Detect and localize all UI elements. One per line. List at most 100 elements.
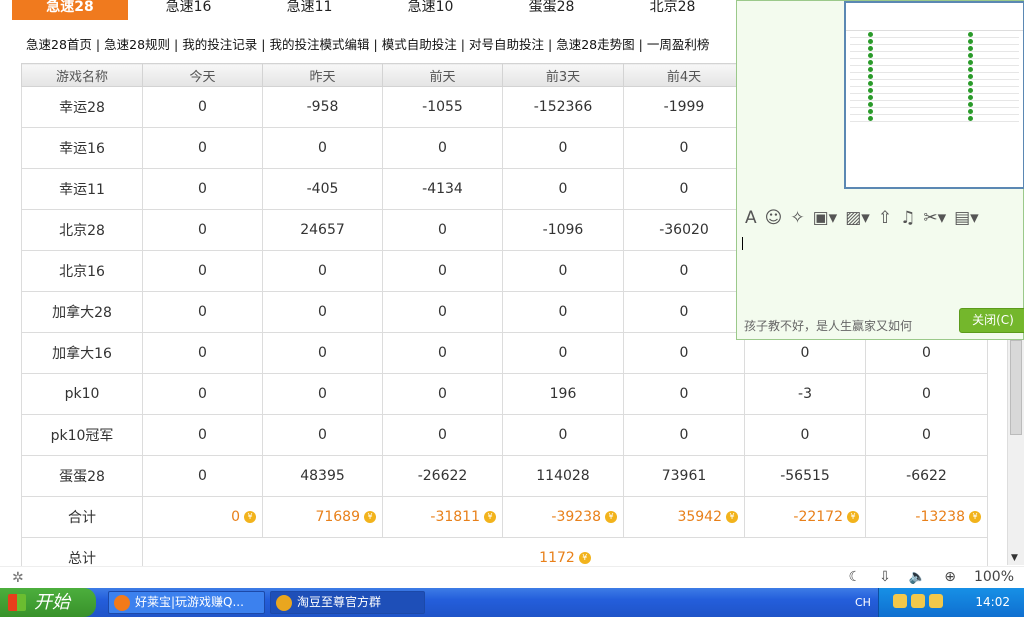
value-cell: 0: [262, 373, 383, 415]
subnav-link-rules[interactable]: 急速28规则: [104, 37, 170, 52]
game-name-cell: pk10: [21, 373, 143, 415]
thumbnail-row: [850, 38, 1019, 45]
thumbnail-row: [850, 101, 1019, 108]
value-cell: -3: [744, 373, 866, 415]
tab-jisu10[interactable]: 急速10: [370, 0, 491, 20]
subnav-link-home[interactable]: 急速28首页: [26, 37, 92, 52]
video-icon[interactable]: ▣▾: [813, 207, 838, 229]
emoji-icon[interactable]: ☺: [765, 207, 783, 229]
sub-navigation: 急速28首页 | 急速28规则 | 我的投注记录 | 我的投注模式编辑 | 模式自助投注 | 对号自…: [26, 34, 709, 53]
thumbnail-header: [846, 3, 1023, 31]
page-scrollbar[interactable]: ▼: [1007, 340, 1024, 565]
start-button[interactable]: 开始: [0, 588, 96, 617]
close-button[interactable]: 关闭(C): [959, 308, 1024, 333]
table-row: pk10 0 0 0 196 0 -3 0: [21, 373, 988, 415]
sum-value: -13238: [915, 509, 965, 525]
subnav-separator: |: [547, 37, 553, 52]
value-cell: 0: [142, 291, 263, 333]
subnav-separator: |: [460, 37, 465, 52]
thumbnail-row: [850, 66, 1019, 73]
value-cell: 0: [502, 168, 624, 210]
value-cell: 0: [262, 250, 383, 292]
thumbnail-row: [850, 52, 1019, 59]
tray-qq-icon[interactable]: [911, 594, 925, 608]
subnav-link-mode-edit[interactable]: 我的投注模式编辑: [269, 37, 369, 52]
value-cell: -6622: [865, 455, 988, 497]
music-icon[interactable]: ♫: [900, 207, 915, 229]
volume-icon[interactable]: 🔈: [909, 569, 926, 585]
column-header: 前3天: [502, 63, 624, 87]
input-language[interactable]: CH: [855, 596, 871, 609]
value-cell: 0: [382, 250, 503, 292]
subnav-link-records[interactable]: 我的投注记录: [182, 37, 257, 52]
value-cell: -958: [262, 86, 383, 128]
value-cell: 0: [502, 332, 624, 374]
tab-jisu11[interactable]: 急速11: [249, 0, 370, 20]
value-cell: 0: [262, 127, 383, 169]
coin-icon: ¥: [969, 511, 981, 523]
value-cell: 0: [382, 209, 503, 251]
night-mode-icon[interactable]: ☾: [849, 569, 862, 585]
gear-icon[interactable]: ✲: [12, 570, 24, 586]
value-cell: 0: [623, 373, 745, 415]
coin-icon: ¥: [364, 511, 376, 523]
tray-shield-icon[interactable]: [929, 594, 943, 608]
value-cell: 0: [142, 373, 263, 415]
image-icon[interactable]: ▨▾: [845, 207, 870, 229]
start-label: 开始: [34, 592, 70, 613]
tab-jisu28[interactable]: 急速28: [12, 0, 128, 20]
value-cell: 0: [502, 250, 624, 292]
subnav-separator: |: [638, 37, 643, 52]
value-cell: 0: [142, 168, 263, 210]
zoom-icon[interactable]: ⊕: [944, 569, 956, 585]
tab-dandan28[interactable]: 蛋蛋28: [491, 0, 612, 20]
scroll-down-arrow-icon[interactable]: ▼: [1011, 553, 1018, 563]
scrollbar-thumb[interactable]: [1010, 340, 1022, 435]
value-cell: -36020: [623, 209, 745, 251]
value-cell: 0: [502, 127, 624, 169]
magic-icon[interactable]: ✧: [790, 207, 804, 229]
value-cell: 0: [382, 414, 503, 456]
game-name-cell: 北京28: [21, 209, 143, 251]
zoom-level[interactable]: 100%: [974, 569, 1014, 585]
taskbar-item-chat-group[interactable]: 淘豆至尊官方群: [270, 591, 425, 614]
value-cell: 0: [142, 332, 263, 374]
column-header: 前天: [382, 63, 503, 87]
sum-value: -31811: [430, 509, 480, 525]
download-icon[interactable]: ⇩: [879, 569, 891, 585]
subnav-link-number-bet[interactable]: 对号自助投注: [469, 37, 544, 52]
upload-icon[interactable]: ⇧: [878, 207, 892, 229]
subnav-link-trend[interactable]: 急速28走势图: [556, 37, 634, 52]
value-cell: 0: [142, 209, 263, 251]
value-cell: 0: [262, 414, 383, 456]
subnav-link-weekly-rank[interactable]: 一周盈利榜: [647, 37, 710, 52]
coin-icon: ¥: [578, 552, 591, 564]
chat-input-hint[interactable]: 孩子教不好，是人生赢家又如何: [744, 317, 912, 334]
system-tray: CH 14:02: [855, 588, 1024, 617]
taskbar-item-label: 好莱宝|玩游戏赚Q...: [135, 595, 244, 609]
windows-logo-icon: [8, 594, 26, 611]
subnav-link-mode-bet[interactable]: 模式自助投注: [382, 37, 457, 52]
subnav-separator: |: [373, 37, 378, 52]
coin-icon: ¥: [605, 511, 617, 523]
table-row: 蛋蛋28 0 48395 -26622 114028 73961 -56515 -6622: [21, 455, 988, 497]
thumbnail-row: [850, 45, 1019, 52]
taskbar-item-browser[interactable]: 好莱宝|玩游戏赚Q...: [108, 591, 265, 614]
value-cell: 0: [382, 291, 503, 333]
taskbar-item-label: 淘豆至尊官方群: [297, 595, 382, 609]
subnav-separator: |: [174, 37, 179, 52]
sum-cell: -22172 ¥: [744, 496, 866, 538]
tab-beijing28[interactable]: 北京28: [612, 0, 733, 20]
font-icon[interactable]: A: [745, 207, 757, 229]
sum-cell: -39238 ¥: [502, 496, 624, 538]
value-cell: 0: [142, 86, 263, 128]
thumbnail-row: [850, 59, 1019, 66]
status-bar: ✲ ☾ ⇩ 🔈 ⊕ 100%: [0, 566, 1024, 588]
tray-app-icon[interactable]: [893, 594, 907, 608]
more-icon[interactable]: ▤▾: [954, 207, 979, 229]
shared-screenshot-thumbnail[interactable]: [844, 1, 1024, 189]
scissors-icon[interactable]: ✂▾: [923, 207, 946, 229]
column-header: 今天: [142, 63, 263, 87]
tab-jisu16[interactable]: 急速16: [128, 0, 249, 20]
thumbnail-row: [850, 31, 1019, 38]
